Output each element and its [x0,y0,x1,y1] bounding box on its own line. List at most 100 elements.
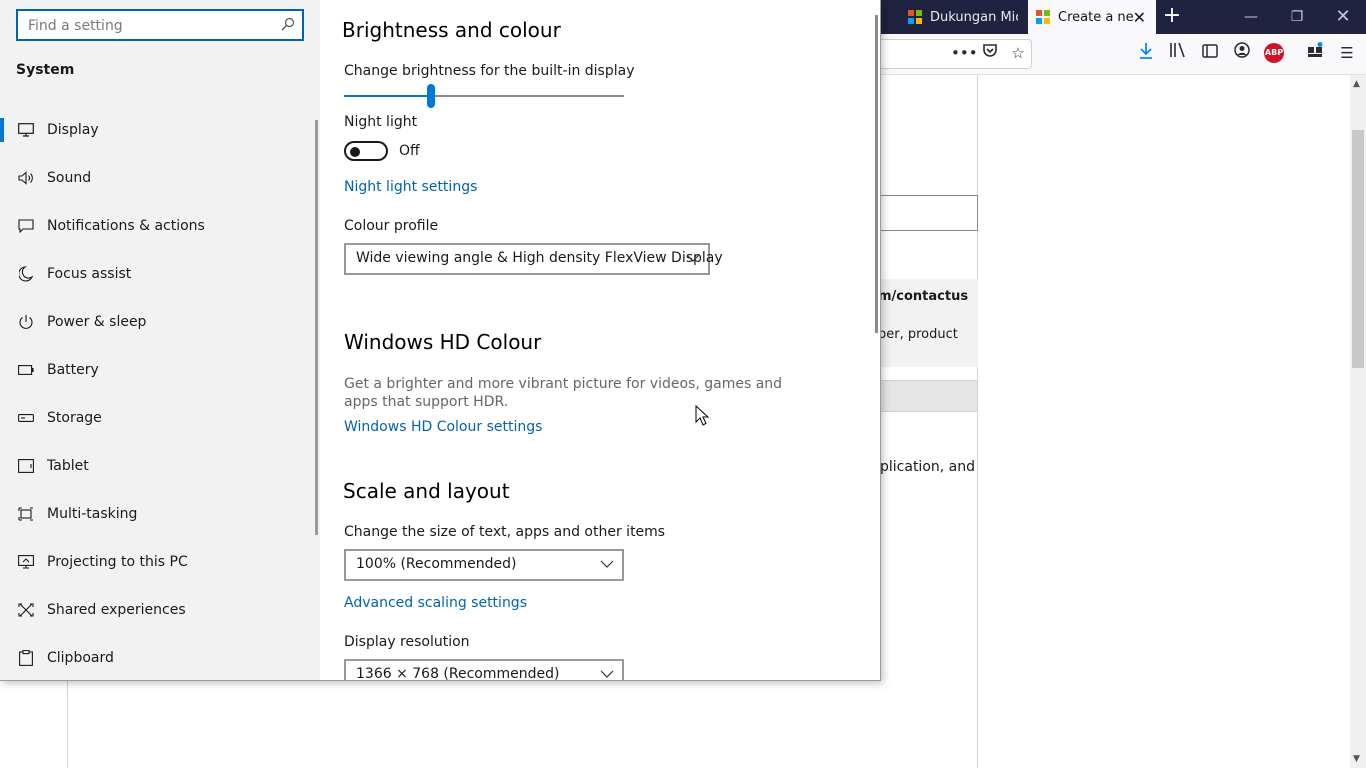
sidebar-item-label: Power & sleep [47,314,147,330]
new-tab-button[interactable]: + [1161,5,1183,27]
sidebar-item-label: Storage [47,410,102,426]
colour-profile-label: Colour profile [344,218,439,234]
tab-create-new-active[interactable]: Create a new ✕ [1028,0,1156,34]
brightness-heading: Brightness and colour [342,18,561,42]
moon-icon [16,264,36,284]
download-icon[interactable] [1135,42,1157,64]
content-scrollbar[interactable] [875,15,878,333]
night-light-toggle[interactable] [344,141,388,161]
projecting-icon [16,552,36,572]
dropdown-value: Wide viewing angle & High density FlexVi… [356,250,723,266]
sidebar-item-clipboard[interactable]: Clipboard [0,638,314,678]
advanced-scaling-link[interactable]: Advanced scaling settings [344,595,527,611]
sidebar-item-multitasking[interactable]: Multi-tasking [0,494,314,534]
sidebar-item-label: Sound [47,170,92,186]
sidebar-item-battery[interactable]: Battery [0,350,314,390]
sidebar-item-label: Notifications & actions [47,218,205,234]
library-icon[interactable] [1167,42,1189,64]
sidebar-item-notifications[interactable]: Notifications & actions [0,206,314,246]
display-resolution-label: Display resolution [344,634,470,650]
toggle-knob [350,147,360,157]
adblock-icon[interactable]: ABP [1264,43,1284,63]
tab-dukungan-microsoft[interactable]: Dukungan Micr [880,0,1026,34]
slider-thumb[interactable] [426,84,435,108]
microsoft-logo-icon [908,10,922,24]
slider-fill [344,95,431,97]
hd-colour-heading: Windows HD Colour [344,330,542,354]
sidebar-item-shared-experiences[interactable]: Shared experiences [0,590,314,630]
reader-icon[interactable] [1199,42,1221,64]
contact-detail-text: ber, product [878,327,958,342]
scroll-down-icon[interactable]: ▼ [1353,754,1360,764]
tab-label: Create a new [1058,9,1134,25]
settings-sidebar: System Display Sound Notifications & act… [0,0,320,680]
tablet-icon [16,456,36,476]
night-light-state: Off [399,143,420,159]
multitasking-icon [16,504,36,524]
night-light-label: Night light [344,114,418,130]
power-icon [16,312,36,332]
sidebar-item-label: Shared experiences [47,602,186,618]
scroll-up-icon[interactable]: ▲ [1353,79,1360,89]
section-label: System [16,62,75,78]
close-window-button[interactable]: ✕ [1320,0,1366,34]
microsoft-logo-icon [1036,10,1050,24]
search-icon[interactable] [281,17,295,31]
notification-icon [16,216,36,236]
restore-button[interactable]: ❐ [1274,0,1320,34]
text-size-dropdown[interactable]: 100% (Recommended) [344,549,624,581]
dropdown-value: 100% (Recommended) [356,556,517,572]
battery-icon [16,360,36,380]
sidebar-item-label: Multi-tasking [47,506,138,522]
menu-icon[interactable]: ☰ [1336,42,1358,64]
close-tab-icon[interactable]: ✕ [1133,8,1146,27]
sidebar-item-focus-assist[interactable]: Focus assist [0,254,314,294]
clipboard-icon [16,648,36,668]
mouse-cursor-icon [695,405,709,426]
resolution-dropdown[interactable]: 1366 × 768 (Recommended) [344,659,624,681]
account-icon[interactable] [1231,42,1253,64]
sidebar-item-projecting[interactable]: Projecting to this PC [0,542,314,582]
brightness-slider-label: Change brightness for the built-in displ… [344,63,635,79]
colour-profile-dropdown[interactable]: Wide viewing angle & High density FlexVi… [344,243,723,275]
page-scrollbar-thumb[interactable] [1352,130,1364,368]
search-input[interactable] [26,16,280,36]
hd-colour-description: Get a brighter and more vibrant picture … [344,376,783,410]
contact-info-box: m/contactus ber, product [878,279,978,367]
chevron-down-icon [686,254,700,262]
sidebar-item-label: Tablet [47,458,89,474]
minimize-button[interactable]: — [1228,0,1274,34]
brightness-slider[interactable] [344,84,624,108]
settings-window: System Display Sound Notifications & act… [0,0,881,681]
sidebar-item-label: Focus assist [47,266,132,282]
text-size-label: Change the size of text, apps and other … [344,524,666,540]
speaker-icon [16,168,36,188]
tab-label: Dukungan Micr [930,9,1018,25]
sidebar-scrollbar[interactable] [315,120,318,535]
search-box[interactable] [16,9,304,41]
scale-layout-heading: Scale and layout [343,479,510,503]
sidebar-item-tablet[interactable]: Tablet [0,446,314,486]
monitor-icon [16,120,36,140]
hd-colour-settings-link[interactable]: Windows HD Colour settings [344,419,542,435]
sidebar-item-label: Display [47,122,99,138]
sidebar-item-label: Projecting to this PC [47,554,188,570]
dropdown-value: 1366 × 768 (Recommended) [356,666,560,681]
contact-url-text: m/contactus [878,289,969,304]
bookmark-star-icon[interactable]: ☆ [1007,42,1029,64]
chevron-down-icon [600,670,614,678]
sidebar-item-sound[interactable]: Sound [0,158,314,198]
sidebar-item-power-sleep[interactable]: Power & sleep [0,302,314,342]
chevron-down-icon [600,560,614,568]
sidebar-item-display[interactable]: Display [0,110,314,150]
page-paragraph-text: plication, and [880,459,975,475]
more-icon[interactable]: ••• [951,42,978,64]
page-scrollbar[interactable]: ▲ ▼ [1350,75,1366,768]
sidebar-item-storage[interactable]: Storage [0,398,314,438]
pocket-icon[interactable] [979,42,1001,64]
page-section-bar [880,380,978,412]
extensions-icon[interactable] [1304,42,1326,64]
storage-icon [16,408,36,428]
night-light-settings-link[interactable]: Night light settings [344,179,477,195]
sidebar-item-label: Clipboard [47,650,114,666]
